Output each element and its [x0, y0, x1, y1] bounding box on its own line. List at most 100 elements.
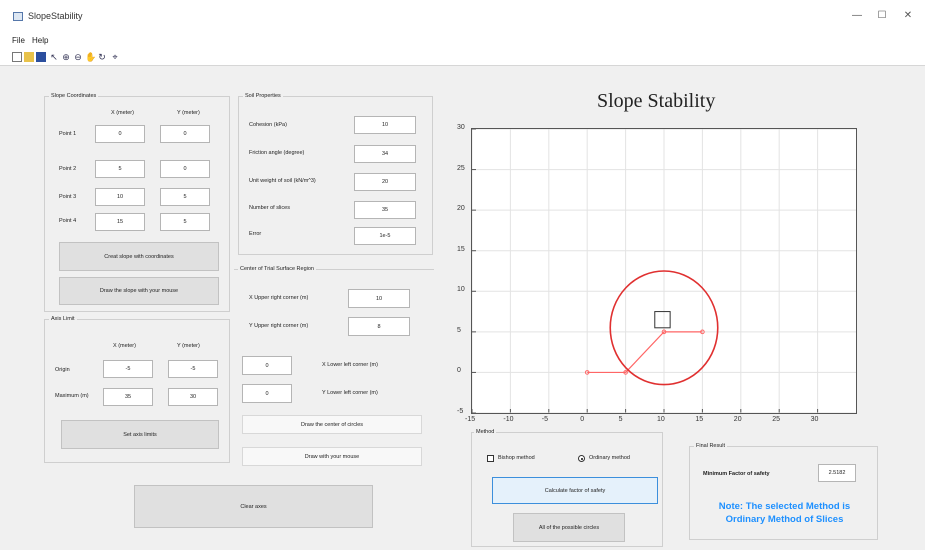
y-tick-label: 0: [457, 367, 461, 375]
origin-x-input[interactable]: -5: [103, 360, 153, 378]
slope-coordinates-panel: Slope Coordinates X (meter) Y (meter) Po…: [44, 93, 230, 312]
y-tick-label: 25: [457, 164, 465, 172]
bishop-checkbox[interactable]: [487, 455, 494, 462]
point2-y-input[interactable]: 0: [160, 160, 210, 178]
point4-x-input[interactable]: 15: [95, 213, 145, 231]
point2-x-input[interactable]: 5: [95, 160, 145, 178]
x-tick-label: 0: [580, 416, 585, 423]
x-tick-label: -15: [465, 416, 476, 423]
minimize-button[interactable]: —: [847, 8, 867, 24]
y-lower-input[interactable]: 0: [242, 384, 292, 403]
max-x-input[interactable]: 35: [103, 388, 153, 406]
x-lower-input[interactable]: 0: [242, 356, 292, 375]
point4-y-input[interactable]: 5: [160, 213, 210, 231]
x-upper-label: X Upper right corner (m): [249, 295, 309, 301]
plot-axes[interactable]: [471, 128, 857, 414]
x-header: X (meter): [111, 110, 134, 116]
x-tick-label: 15: [695, 416, 704, 423]
maximum-label: Maximum (m): [55, 393, 89, 399]
maximize-button[interactable]: ☐: [872, 8, 892, 24]
calculate-fs-button[interactable]: Calculate factor of safety: [492, 477, 658, 504]
data-cursor-icon[interactable]: ⌖: [110, 52, 120, 62]
arrow-cursor-icon[interactable]: ↖: [49, 52, 59, 62]
open-folder-icon[interactable]: [24, 52, 34, 62]
y-tick-label: 30: [457, 124, 465, 131]
save-icon[interactable]: [36, 52, 46, 62]
pan-icon[interactable]: ✋: [85, 52, 96, 62]
x-tick-label: 5: [618, 416, 623, 423]
panel-title: Final Result: [694, 443, 728, 449]
axis-limit-panel: Axis Limit X (meter) Y (meter) Origin -5…: [44, 316, 230, 463]
y-header: Y (meter): [177, 110, 200, 116]
menu-bar: File Help: [0, 34, 925, 48]
draw-center-button[interactable]: Draw the center of circles: [242, 415, 422, 434]
friction-angle-label: Friction angle (degree): [249, 150, 305, 156]
point1-label: Point 1: [59, 131, 77, 137]
clear-axes-button[interactable]: Clear axes: [134, 485, 373, 528]
x-tick-label: 20: [733, 416, 742, 423]
window-title: SlopeStability: [28, 11, 83, 21]
y-header: Y (meter): [177, 343, 200, 349]
draw-mouse-button[interactable]: Draw with your mouse: [242, 447, 422, 466]
y-upper-label: Y Upper right corner (m): [249, 323, 309, 329]
slices-input[interactable]: 35: [354, 201, 416, 219]
y-lower-label: Y Lower left corner (m): [322, 390, 378, 396]
x-lower-label: X Lower left corner (m): [322, 362, 378, 368]
soil-properties-panel: Soil Properties Cohesion (kPa) 10 Fricti…: [238, 93, 433, 255]
final-result-panel: Final Result Minimum Factor of safety 2.…: [689, 443, 878, 540]
note-line1: Note: The selected Method is: [718, 501, 851, 512]
cohesion-input[interactable]: 10: [354, 116, 416, 134]
method-panel: Method Bishop method Ordinary method Cal…: [471, 429, 663, 547]
zoom-in-icon[interactable]: ⊕: [61, 52, 71, 62]
menu-help[interactable]: Help: [32, 36, 48, 45]
cohesion-label: Cohesion (kPa): [249, 122, 287, 128]
max-y-input[interactable]: 30: [168, 388, 218, 406]
create-slope-button[interactable]: Creat slope with coordinates: [59, 242, 219, 271]
all-circles-button[interactable]: All of the possible circles: [513, 513, 625, 542]
point2-label: Point 2: [59, 166, 77, 172]
point1-x-input[interactable]: 0: [95, 125, 145, 143]
y-tick-label: 20: [457, 205, 465, 213]
title-bar: SlopeStability — ☐ ✕: [0, 0, 925, 34]
close-button[interactable]: ✕: [898, 8, 918, 24]
plot-title: Slope Stability: [597, 90, 716, 112]
x-header: X (meter): [113, 343, 136, 349]
draw-slope-mouse-button[interactable]: Draw the slope with your mouse: [59, 277, 219, 305]
slices-label: Number of slices: [249, 205, 290, 211]
y-tick-label: 15: [457, 245, 465, 253]
ordinary-radio[interactable]: [578, 455, 585, 462]
min-fs-value: 2.5182: [818, 464, 856, 482]
center-region-panel: Center of Trial Surface Region: [234, 266, 434, 272]
panel-title: Center of Trial Surface Region: [238, 266, 316, 272]
slope-line: [587, 331, 703, 374]
set-axis-limits-button[interactable]: Set axis limits: [61, 420, 219, 449]
x-tick-label: 25: [772, 416, 780, 423]
x-upper-input[interactable]: 10: [348, 289, 410, 308]
point3-label: Point 3: [59, 194, 77, 200]
menu-file[interactable]: File: [12, 36, 25, 45]
main-window: SlopeStability — ☐ ✕ File Help ↖ ⊕ ⊖ ✋ ↻…: [0, 0, 925, 550]
origin-label: Origin: [55, 367, 70, 373]
origin-y-input[interactable]: -5: [168, 360, 218, 378]
friction-angle-input[interactable]: 34: [354, 145, 416, 163]
error-label: Error: [249, 231, 262, 237]
matlab-figure-icon: [13, 12, 23, 21]
panel-title: Method: [474, 429, 497, 435]
toolbar: ↖ ⊕ ⊖ ✋ ↻ ⌖: [0, 48, 925, 66]
panel-title: Axis Limit: [49, 316, 77, 322]
x-tick-label: 30: [810, 416, 819, 423]
zoom-out-icon[interactable]: ⊖: [73, 52, 83, 62]
y-tick-label: 5: [457, 326, 461, 334]
rotate-3d-icon[interactable]: ↻: [97, 52, 107, 62]
panel-title: Slope Coordinates: [49, 93, 99, 99]
point3-y-input[interactable]: 5: [160, 188, 210, 206]
unit-weight-input[interactable]: 20: [354, 173, 416, 191]
bishop-label: Bishop method: [498, 455, 535, 461]
point1-y-input[interactable]: 0: [160, 125, 210, 143]
point3-x-input[interactable]: 10: [95, 188, 145, 206]
new-file-icon[interactable]: [12, 52, 22, 62]
y-tick-label: 10: [457, 286, 465, 294]
y-upper-input[interactable]: 8: [348, 317, 410, 336]
error-input[interactable]: 1e-5: [354, 227, 416, 245]
x-tick-label: 10: [657, 416, 665, 423]
